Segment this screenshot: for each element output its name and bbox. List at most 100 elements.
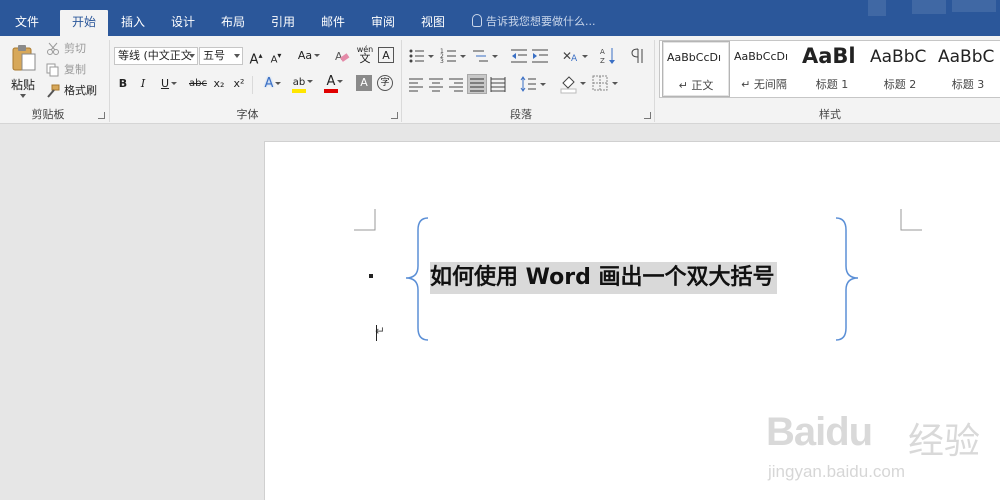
underline-button[interactable]: U [158,75,180,93]
paste-label: 粘贴 [11,78,36,92]
text-effects-glyph: A [264,76,274,91]
ribbon-tab-bar: 文件 开始 插入 设计 布局 引用 邮件 审阅 视图 告诉我您想要做什么... [0,0,1000,36]
style-sample: AaBbC [938,47,995,67]
dropdown-arrow-icon [307,80,314,83]
font-name-value: 等线 (中文正文 [118,49,192,62]
scissors-icon [47,42,59,55]
justify-icon [470,78,484,92]
style-name: ↵ 无间隔 [741,78,787,91]
show-formatting-marks-icon[interactable] [630,48,646,64]
tab-design[interactable]: 设计 [162,10,204,36]
underline-glyph: U [160,77,170,90]
selected-document-text[interactable]: 如何使用 Word 画出一个双大括号 [430,262,777,294]
mini-separator [252,76,253,94]
highlight-color-button[interactable]: ab [290,73,316,93]
group-separator [654,40,655,122]
style-name: 标题 2 [883,78,917,91]
watermark-url: jingyan.baidu.com [768,462,906,481]
dropdown-arrow-icon [314,54,321,57]
style-name: ↵ 正文 [678,79,714,92]
decrease-indent-icon[interactable] [510,47,528,65]
clear-formatting-icon[interactable]: A [334,48,350,64]
tell-me-text: 告诉我您想要做什么... [486,15,596,28]
tell-me-search[interactable]: 告诉我您想要做什么... [472,13,596,31]
tab-home[interactable]: 开始 [60,10,108,36]
tab-view[interactable]: 视图 [412,10,454,36]
dropdown-arrow-icon [234,54,240,58]
font-size-dropdown[interactable]: 五号 [199,47,243,65]
copy-button[interactable]: 复制 [46,60,108,80]
paragraph-launcher[interactable] [644,112,651,119]
font-color-button[interactable]: A [322,73,348,93]
paste-dropdown-arrow[interactable] [20,94,26,98]
grow-font-button[interactable]: A▴ [247,47,265,67]
text-effects-button[interactable]: A [260,75,286,93]
superscript-button[interactable]: x² [232,75,246,93]
style-no-spacing[interactable]: AaBbCcDı ↵ 无间隔 [730,41,798,97]
character-border-button[interactable]: A [378,47,394,63]
character-shading-button[interactable]: A [356,75,372,91]
strikethrough-button[interactable]: abc [188,75,208,93]
copy-icon [46,63,59,77]
dropdown-arrow-icon [189,54,195,58]
italic-button[interactable]: I [136,75,150,93]
format-painter-button[interactable]: 格式刷 [46,81,108,101]
title-decoration [952,0,996,12]
svg-text:A: A [335,50,343,63]
watermark-cn: 经验 [908,421,981,462]
clipboard-group-label: 剪贴板 [31,108,65,121]
character-border-glyph: A [382,49,390,62]
align-right-icon[interactable] [448,76,464,92]
paintbrush-icon [47,84,60,98]
bold-button[interactable]: B [116,75,130,93]
tab-file[interactable]: 文件 [4,10,50,36]
lightbulb-icon [472,14,482,27]
numbering-icon[interactable]: 123 [440,47,466,65]
watermark-logo: Baidu [766,410,873,454]
style-normal[interactable]: AaBbCcDı ↵ 正文 [662,41,730,97]
sort-icon[interactable]: AZ [600,46,618,66]
multilevel-list-icon[interactable] [472,47,498,65]
svg-text:3: 3 [440,58,444,65]
style-sample: AaBbCcDı [667,51,722,64]
paste-button[interactable]: 粘贴 [6,40,40,104]
cut-button[interactable]: 剪切 [46,39,108,59]
font-launcher[interactable] [391,112,398,119]
tab-mailings[interactable]: 邮件 [312,10,354,36]
dropdown-arrow-icon [337,80,344,83]
clipboard-launcher[interactable] [98,112,105,119]
style-heading-2[interactable]: AaBbC 标题 2 [866,41,934,97]
format-painter-label: 格式刷 [64,84,97,97]
tab-review[interactable]: 审阅 [362,10,404,36]
increase-indent-icon[interactable] [531,47,549,65]
phonetic-guide-button[interactable]: wén 文 [356,45,374,64]
enclose-characters-button[interactable]: 字 [377,75,393,91]
style-sample: AaBl [802,44,856,68]
change-case-button[interactable]: Aa [294,47,324,65]
clipboard-icon [12,45,36,71]
style-heading-1[interactable]: AaBl 标题 1 [798,41,866,97]
bullets-icon[interactable] [408,47,434,65]
style-heading-3[interactable]: AaBbC 标题 3 [934,41,1000,97]
font-name-dropdown[interactable]: 等线 (中文正文 [114,47,198,65]
dropdown-arrow-icon [275,82,282,85]
margin-corner-mark [900,209,922,231]
shrink-font-button[interactable]: A▾ [267,47,285,65]
style-sample: AaBbC [870,47,927,67]
line-spacing-icon[interactable] [520,76,546,92]
align-center-icon[interactable] [428,76,444,92]
tab-references[interactable]: 引用 [262,10,304,36]
paragraph-group-label: 段落 [510,108,532,121]
tab-insert[interactable]: 插入 [112,10,154,36]
justify-button[interactable] [467,74,487,94]
distributed-icon[interactable] [490,76,506,92]
tab-layout[interactable]: 布局 [212,10,254,36]
font-color-glyph: A [326,74,336,89]
shading-icon[interactable] [560,74,586,94]
align-left-icon[interactable] [408,76,424,92]
font-color-bar [324,89,338,93]
styles-gallery: AaBbCcDı ↵ 正文 AaBbCcDı ↵ 无间隔 AaBl 标题 1 A… [659,40,1000,98]
borders-icon[interactable] [592,75,620,93]
subscript-button[interactable]: x₂ [212,75,226,93]
chinese-layout-icon[interactable]: ✕A [562,47,588,65]
